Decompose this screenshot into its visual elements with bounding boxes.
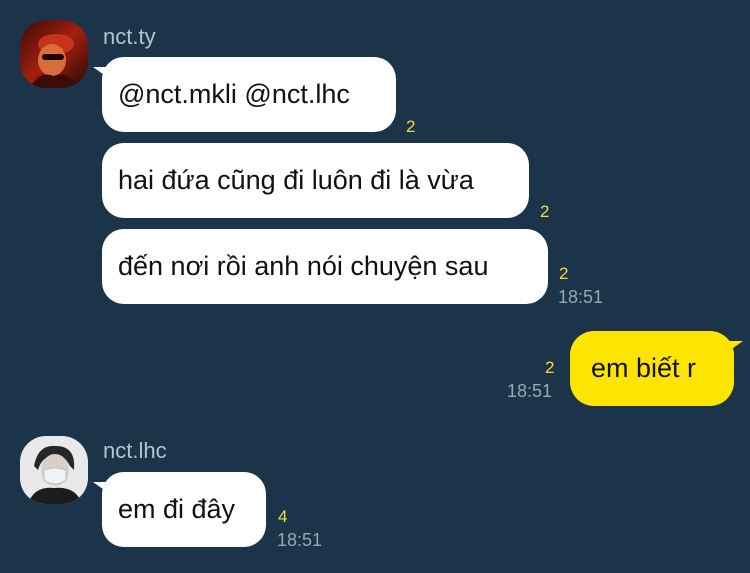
unread-count: 4 — [278, 507, 288, 526]
message-text: em biết r — [591, 353, 697, 383]
avatar-nct-ty[interactable] — [20, 20, 88, 88]
unread-count: 2 — [545, 358, 555, 377]
message-bubble[interactable]: đến nơi rồi anh nói chuyện sau — [102, 229, 548, 304]
message-timestamp: 18:51 — [277, 530, 323, 550]
message-text: đến nơi rồi anh nói chuyện sau — [118, 251, 489, 281]
message-text: hai đứa cũng đi luôn đi là vừa — [118, 165, 474, 195]
message-bubble[interactable]: em đi đây — [93, 472, 266, 547]
profile-photo-avatar-icon — [20, 20, 88, 88]
unread-count: 2 — [559, 264, 569, 283]
message-timestamp: 18:51 — [507, 381, 553, 401]
my-message-bubble[interactable]: em biết r — [570, 331, 743, 406]
message-bubble[interactable]: hai đứa cũng đi luôn đi là vừa — [102, 143, 529, 218]
sender-name: nct.lhc — [103, 438, 167, 463]
message-text: em đi đây — [118, 494, 236, 524]
message-bubble[interactable]: @nct.mkli @nct.lhc — [93, 57, 396, 132]
message-timestamp: 18:51 — [558, 287, 604, 307]
profile-photo-avatar-icon — [20, 436, 88, 504]
unread-count: 2 — [406, 117, 416, 136]
avatar-nct-lhc[interactable] — [20, 436, 88, 504]
sender-name: nct.ty — [103, 24, 156, 49]
unread-count: 2 — [540, 202, 550, 221]
message-text: @nct.mkli @nct.lhc — [118, 79, 350, 109]
